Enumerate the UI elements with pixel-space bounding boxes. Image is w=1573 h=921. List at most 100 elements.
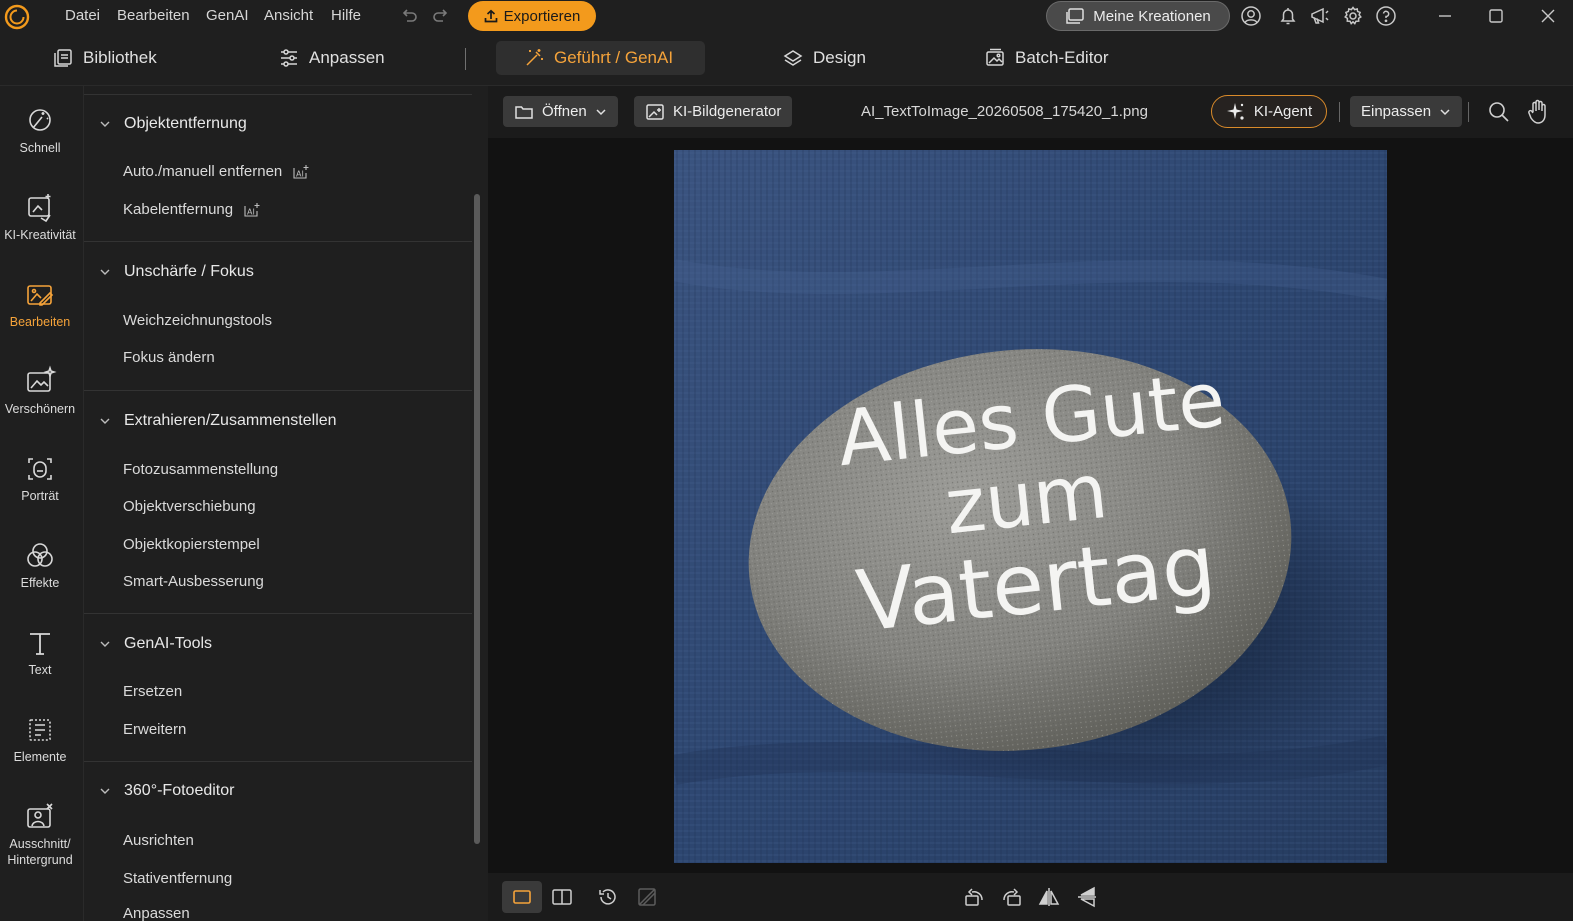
rail-effects[interactable]: Effekte: [0, 539, 80, 591]
tool-cable-removal[interactable]: Kabelentfernung AI: [123, 201, 261, 218]
tool-replace[interactable]: Ersetzen: [123, 683, 182, 700]
tool-change-focus[interactable]: Fokus ändern: [123, 349, 215, 366]
tool-photo-composition[interactable]: Fotozusammenstellung: [123, 461, 278, 478]
section-divider: [84, 613, 472, 614]
rail-elements-label: Elemente: [13, 750, 67, 764]
account-icon[interactable]: [1240, 5, 1262, 27]
rail-edit[interactable]: Bearbeiten: [0, 278, 80, 330]
section-object-removal[interactable]: Objektentfernung: [98, 115, 247, 133]
elements-grid-icon: [29, 719, 51, 741]
canvas-bottom-bar: [488, 873, 1573, 921]
rail-quick[interactable]: Schnell: [0, 104, 80, 156]
sliders-icon: [281, 49, 297, 67]
my-creations-label: Meine Kreationen: [1093, 7, 1211, 25]
magic-wand-icon: [526, 49, 543, 66]
panel-scrollbar-thumb[interactable]: [474, 194, 480, 844]
export-label: Exportieren: [503, 7, 581, 25]
history-icon[interactable]: [597, 886, 619, 908]
undo-icon[interactable]: [398, 5, 420, 27]
chevron-down-icon: [100, 269, 110, 275]
section-genai-tools[interactable]: GenAI-Tools: [98, 635, 212, 653]
ai-badge-icon: AI: [244, 202, 260, 217]
svg-text:AI: AI: [296, 169, 304, 178]
export-button[interactable]: Exportieren: [468, 1, 596, 31]
menu-file[interactable]: Datei: [65, 7, 100, 24]
redo-icon[interactable]: [430, 5, 452, 27]
minimize-icon[interactable]: [1434, 5, 1456, 27]
pan-hand-icon[interactable]: [1526, 99, 1550, 125]
notification-bell-icon[interactable]: [1277, 5, 1299, 27]
megaphone-icon[interactable]: [1309, 5, 1331, 27]
ai-image-generator-button[interactable]: KI-Bildgenerator: [634, 96, 793, 127]
tab-design[interactable]: Design: [772, 41, 876, 75]
tool-smart-patch[interactable]: Smart-Ausbesserung: [123, 573, 264, 590]
section-title: GenAI-Tools: [124, 635, 213, 652]
toolbar-divider: [1468, 102, 1469, 122]
rail-ai-creativity[interactable]: KI-Kreativität: [0, 191, 80, 243]
tab-batch-editor[interactable]: Batch-Editor: [974, 41, 1119, 75]
tab-adjust[interactable]: Anpassen: [268, 41, 395, 75]
tool-blur-tools[interactable]: Weichzeichnungstools: [123, 312, 272, 329]
tool-label: Kabelentfernung: [123, 201, 234, 218]
folder-icon: [1066, 8, 1084, 24]
menu-genai[interactable]: GenAI: [206, 7, 249, 24]
section-360-editor[interactable]: 360°-Fotoeditor: [98, 782, 234, 800]
tab-divider: [465, 48, 466, 70]
tab-batch-label: Batch-Editor: [1015, 48, 1109, 67]
tool-label: Fokus ändern: [123, 349, 215, 366]
quick-magic-icon: [29, 109, 51, 131]
rail-ai-creativity-label: KI-Kreativität: [4, 228, 76, 242]
view-single-button[interactable]: [502, 881, 542, 913]
maximize-icon[interactable]: [1485, 5, 1507, 27]
canvas-image[interactable]: Alles Gute zum Vatertag: [674, 150, 1387, 863]
section-blur-focus[interactable]: Unschärfe / Fokus: [98, 263, 254, 281]
tab-library-label: Bibliothek: [83, 48, 157, 67]
menu-view[interactable]: Ansicht: [264, 7, 313, 24]
mask-disabled-icon[interactable]: [636, 886, 658, 908]
my-creations-button[interactable]: Meine Kreationen: [1046, 1, 1230, 31]
tool-label: Anpassen: [123, 905, 190, 921]
rotate-left-icon[interactable]: [963, 886, 985, 908]
layers-icon: [783, 50, 803, 66]
section-title: Unschärfe / Fokus: [124, 263, 254, 280]
rail-text[interactable]: Text: [0, 626, 80, 678]
open-dropdown-button[interactable]: Öffnen: [503, 96, 618, 127]
flip-vertical-icon[interactable]: [1076, 886, 1098, 908]
tool-auto-manual-remove[interactable]: Auto./manuell entfernen AI: [123, 163, 310, 180]
tool-panel: Objektentfernung Auto./manuell entfernen…: [83, 86, 488, 921]
compare-split-icon[interactable]: [551, 886, 573, 908]
tool-object-move[interactable]: Objektverschiebung: [123, 498, 256, 515]
tool-adjust-360[interactable]: Anpassen: [123, 905, 190, 921]
tool-tripod-removal[interactable]: Stativentfernung: [123, 870, 232, 887]
flip-horizontal-icon[interactable]: [1038, 886, 1060, 908]
ai-creativity-icon: [28, 194, 51, 223]
app-logo-icon[interactable]: [4, 4, 30, 30]
tab-guided-genai[interactable]: Geführt / GenAI: [496, 41, 705, 75]
menu-help[interactable]: Hilfe: [331, 7, 361, 24]
tool-align[interactable]: Ausrichten: [123, 832, 194, 849]
tool-object-clone-stamp[interactable]: Objektkopierstempel: [123, 536, 260, 553]
section-extract-compose[interactable]: Extrahieren/Zusammenstellen: [98, 412, 337, 430]
rail-portrait[interactable]: Porträt: [0, 452, 80, 504]
tool-expand[interactable]: Erweitern: [123, 721, 186, 738]
upload-icon: [484, 9, 497, 23]
rail-beautify[interactable]: Verschönern: [0, 365, 80, 417]
tab-library[interactable]: Bibliothek: [42, 41, 167, 75]
close-icon[interactable]: [1537, 5, 1559, 27]
batch-images-icon: [986, 48, 1004, 66]
help-icon[interactable]: [1375, 5, 1397, 27]
settings-gear-icon[interactable]: [1342, 5, 1364, 27]
fit-zoom-dropdown[interactable]: Einpassen: [1350, 96, 1463, 127]
tool-label: Auto./manuell entfernen: [123, 163, 283, 180]
menu-edit[interactable]: Bearbeiten: [117, 7, 190, 24]
rail-elements[interactable]: Elemente: [0, 713, 80, 765]
rail-quick-label: Schnell: [19, 141, 61, 155]
rail-cutout-background[interactable]: Ausschnitt/ Hintergrund: [0, 800, 80, 868]
rotate-right-icon[interactable]: [1001, 886, 1023, 908]
ai-agent-label: KI-Agent: [1253, 103, 1313, 120]
single-view-icon: [513, 890, 531, 904]
ai-image-generator-label: KI-Bildgenerator: [673, 103, 782, 120]
tool-label: Stativentfernung: [123, 870, 233, 887]
ai-agent-button[interactable]: KI-Agent: [1211, 95, 1327, 128]
zoom-search-icon[interactable]: [1487, 100, 1511, 124]
